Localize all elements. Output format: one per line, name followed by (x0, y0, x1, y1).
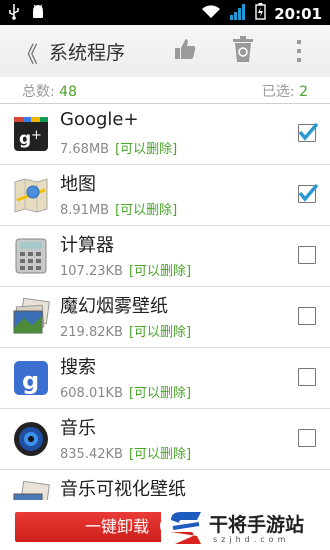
svg-text:+: + (31, 128, 42, 143)
overflow-menu-icon[interactable] (296, 40, 302, 66)
page-title: 系统程序 (49, 42, 126, 64)
select-checkbox[interactable] (298, 429, 316, 447)
music-icon (12, 420, 50, 458)
select-checkbox[interactable] (298, 183, 319, 203)
back-button[interactable]: 《 (16, 37, 38, 69)
list-item[interactable]: 地图 8.91MB [可以删除] (0, 165, 330, 226)
app-name: Google+ (60, 109, 139, 130)
app-size: 8.91MB [可以删除] (60, 203, 178, 218)
select-checkbox[interactable] (298, 368, 316, 386)
app-size: 219.82KB [可以删除] (60, 325, 192, 340)
total-count: 总数: 48 (22, 84, 77, 100)
list-item[interactable]: 音乐 835.42KB [可以删除] (0, 409, 330, 470)
clock: 20:01 (274, 4, 322, 23)
app-name: 魔幻烟雾壁纸 (60, 296, 168, 317)
list-item[interactable]: g + Google+ 7.68MB [可以删除] (0, 104, 330, 165)
watermark-text: 干将手游站 (209, 514, 305, 536)
android-debug-icon (30, 4, 46, 24)
select-checkbox[interactable] (298, 122, 319, 142)
calculator-icon (12, 237, 50, 275)
maps-icon (12, 176, 50, 214)
app-name: 音乐 (60, 418, 96, 439)
select-checkbox[interactable] (298, 307, 316, 325)
list-item[interactable]: 魔幻烟雾壁纸 219.82KB [可以删除] (0, 287, 330, 348)
svg-text:g: g (22, 367, 39, 395)
signal-icon (229, 3, 247, 24)
thumbs-up-icon[interactable] (174, 37, 196, 65)
summary-bar: 总数: 48 已选: 2 (0, 77, 330, 104)
app-name: 搜索 (60, 357, 96, 378)
action-bar: 《 系统程序 (0, 25, 330, 78)
google-search-icon: g (12, 359, 50, 397)
app-name: 计算器 (60, 235, 114, 256)
google-plus-icon: g + (12, 115, 50, 153)
wallpaper-icon (12, 297, 50, 336)
watermark-logo: 干将手游站 szjhd.com (161, 505, 326, 550)
wifi-icon (201, 4, 221, 23)
recycle-bin-icon[interactable] (233, 36, 253, 66)
app-size: 835.42KB [可以删除] (60, 447, 192, 462)
list-item[interactable]: g 搜索 608.01KB [可以删除] (0, 348, 330, 409)
usb-icon (8, 4, 20, 24)
app-size: 107.23KB [可以删除] (60, 264, 192, 279)
svg-text:g: g (19, 129, 31, 149)
watermark-subtext: szjhd.com (213, 535, 290, 544)
watermark-logo-icon (167, 510, 205, 550)
app-size: 7.68MB [可以删除] (60, 142, 178, 157)
select-checkbox[interactable] (298, 246, 316, 264)
list-item[interactable]: 计算器 107.23KB [可以删除] (0, 226, 330, 287)
app-size: 608.01KB [可以删除] (60, 386, 192, 401)
battery-icon (255, 3, 266, 24)
app-name: 音乐可视化壁纸 (60, 479, 186, 500)
app-name: 地图 (60, 174, 96, 195)
selected-count: 已选: 2 (261, 84, 308, 100)
status-bar: 20:01 (0, 0, 330, 25)
